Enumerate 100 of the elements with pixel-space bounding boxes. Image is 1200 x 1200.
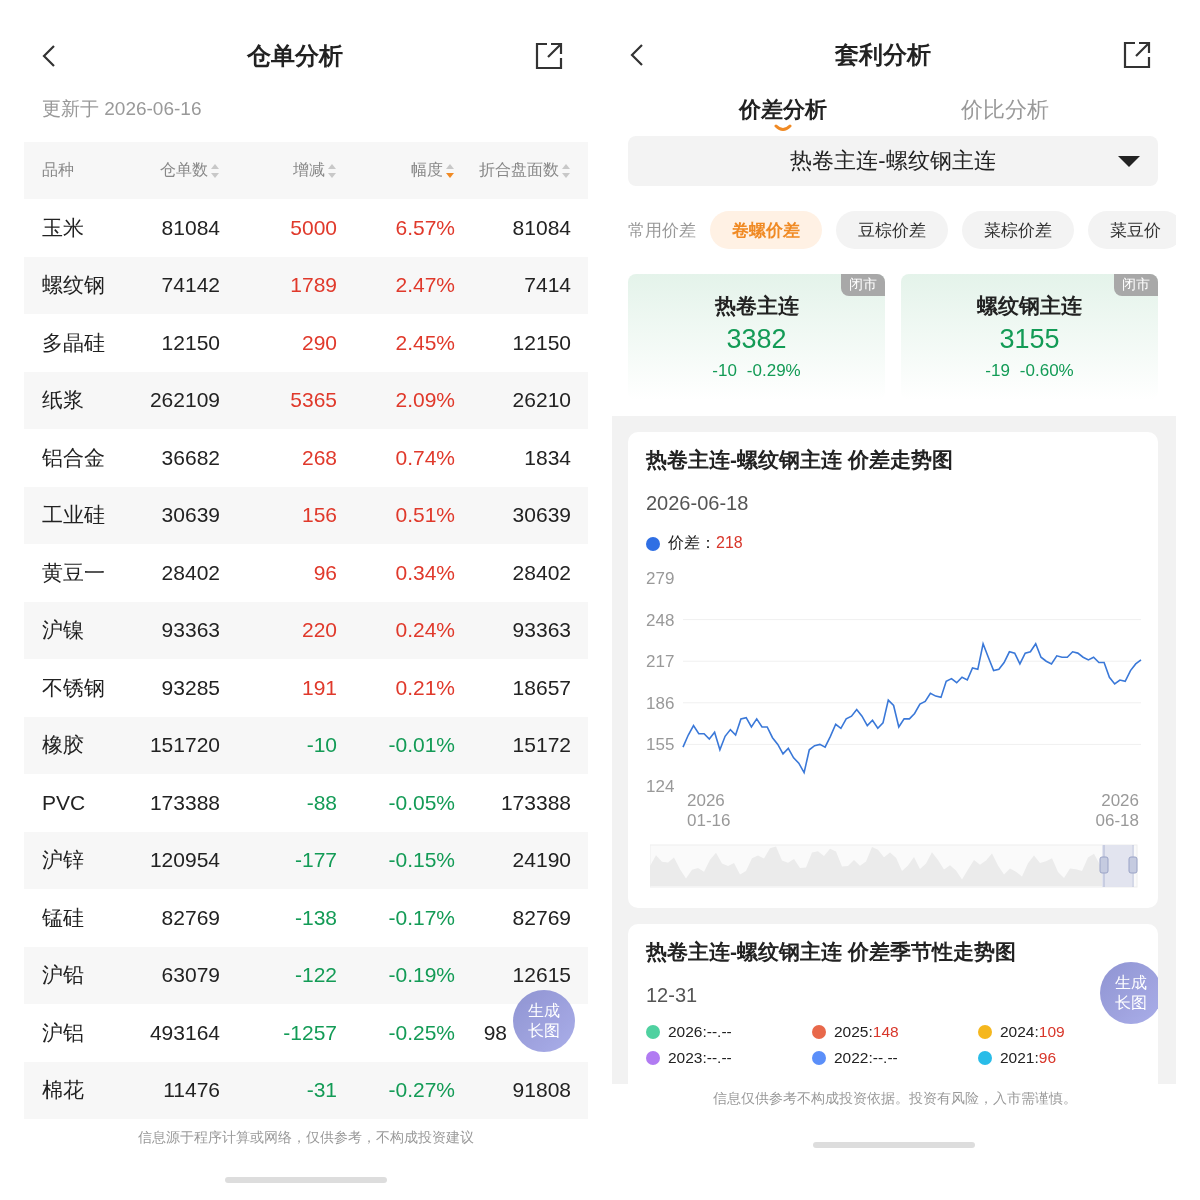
chart-title: 热卷主连-螺纹钢主连 价差季节性走势图 — [646, 939, 1017, 965]
column-header[interactable]: 折合盘面数 — [479, 160, 559, 181]
table-cell-text: 纸浆 — [41, 387, 85, 414]
table-cell-text: 橡胶 — [41, 732, 85, 759]
spread-chip[interactable]: 菜棕价差 — [962, 211, 1074, 249]
chart-date: 12-31 — [646, 984, 698, 1007]
chips-label: 常用价差 — [628, 219, 696, 242]
spread-chip[interactable]: 卷螺价差 — [710, 211, 822, 249]
contract-price: 3155 — [999, 324, 1060, 355]
table-cell-text: 2.45% — [394, 330, 455, 355]
update-date: 更新于 2026-06-16 — [41, 97, 203, 121]
slider-handle[interactable] — [1099, 844, 1109, 888]
table-cell-text: 棉花 — [41, 1077, 85, 1104]
sort-icon[interactable] — [210, 162, 220, 179]
table-cell-text: 玉米 — [41, 214, 85, 241]
table-cell: 93363 — [512, 618, 571, 642]
long-image-button[interactable]: 生成 长图 — [1100, 962, 1158, 1024]
tab[interactable]: 价比分析 — [961, 90, 1049, 130]
table-cell-text: 63079 — [160, 963, 220, 988]
spread-chip[interactable]: 豆棕价差 — [836, 211, 948, 249]
y-tick-label: 248 — [646, 610, 675, 630]
table-cell-text: -0.27% — [387, 1078, 455, 1103]
table-cell: 18657 — [512, 675, 571, 699]
table-cell: 24190 — [512, 848, 571, 872]
table-cell-text: 93285 — [160, 675, 220, 700]
sort-icon[interactable] — [561, 162, 571, 179]
table-cell-text: 120954 — [148, 848, 220, 873]
table-cell-text: 12150 — [160, 330, 220, 355]
table-cell: 82769 — [512, 905, 571, 929]
table-cell-text: 0.21% — [394, 675, 455, 700]
price-change: -10 — [712, 361, 737, 381]
table-cell-text: 5365 — [289, 388, 337, 413]
legend-label: 2022:--.-- — [834, 1049, 898, 1067]
table-cell: 28402 — [512, 560, 571, 584]
table-cell-text: 2.47% — [394, 273, 455, 298]
table-cell-text: 铝合金 — [41, 444, 106, 471]
table-cell-text: 沪铅 — [41, 962, 85, 989]
y-tick-label: 186 — [646, 693, 675, 713]
column-header[interactable]: 幅度 — [411, 160, 443, 181]
table-cell-text: -0.25% — [387, 1020, 455, 1045]
tab-indicator — [774, 124, 792, 132]
table-cell-text: 6.57% — [394, 215, 455, 240]
table-cell-text: 96 — [312, 560, 337, 585]
table-cell: 12150 — [512, 330, 571, 354]
y-tick-label: 124 — [646, 777, 675, 796]
chart-title: 热卷主连-螺纹钢主连 价差走势图 — [646, 447, 954, 473]
table-cell-text: 156 — [300, 503, 337, 528]
table-cell-text: 沪铝 — [41, 1019, 85, 1046]
y-tick-label: 217 — [646, 652, 675, 672]
caret-icon — [1118, 156, 1140, 168]
column-header[interactable]: 增减 — [293, 160, 325, 181]
table-cell-text: 74142 — [160, 273, 220, 298]
back-icon[interactable] — [42, 44, 56, 68]
spread-chip[interactable]: 菜豆价 — [1088, 211, 1176, 249]
table-cell-text: 0.74% — [394, 445, 455, 470]
pair-dropdown[interactable]: 热卷主连-螺纹钢主连 — [628, 136, 1158, 186]
column-header: 品种 — [42, 160, 74, 180]
status-tag: 闭市 — [841, 274, 885, 296]
disclaimer: 信息源于程序计算或网络，仅供参考，不构成投资建议 — [137, 1129, 475, 1147]
table-cell-text: 多晶硅 — [41, 329, 106, 356]
slider-handle[interactable] — [1128, 844, 1138, 888]
table-cell-text: 0.51% — [394, 503, 455, 528]
table-cell-text: 工业硅 — [41, 502, 106, 529]
column-header[interactable]: 仓单数 — [160, 160, 208, 181]
table-cell-text: -10 — [305, 733, 337, 758]
table-cell-text: -138 — [293, 905, 337, 930]
price-change: -19 — [985, 361, 1010, 381]
table-cell-text: -88 — [305, 790, 337, 815]
table-cell-text: 0.34% — [394, 560, 455, 585]
share-icon[interactable] — [534, 41, 564, 71]
table-cell-text: 82769 — [160, 905, 220, 930]
share-icon[interactable] — [1122, 40, 1152, 70]
table-cell: 98 — [483, 1020, 507, 1045]
sort-icon[interactable] — [327, 162, 337, 179]
page-title: 套利分析 — [835, 40, 931, 70]
table-cell-text: -122 — [293, 963, 337, 988]
sort-icon[interactable] — [445, 162, 455, 179]
legend-label: 2021:96 — [1000, 1049, 1057, 1067]
percent-change: -0.29% — [746, 361, 801, 381]
table-cell-text: -0.17% — [387, 905, 455, 930]
table-cell: 12615 — [512, 963, 571, 987]
table-cell-text: 262109 — [148, 388, 220, 413]
table-cell: 15172 — [512, 733, 571, 757]
table-cell-text: -31 — [305, 1078, 337, 1103]
table-cell-text: 5000 — [289, 215, 337, 240]
table-cell: 173388 — [500, 790, 571, 814]
table-cell: 26210 — [512, 388, 571, 412]
table-cell-text: -0.15% — [387, 848, 455, 873]
x-tick-label: 2026 06-18 — [1095, 791, 1139, 830]
contract-name: 螺纹钢主连 — [977, 293, 1082, 319]
table-cell: 91808 — [512, 1078, 571, 1102]
back-icon[interactable] — [630, 43, 644, 67]
tab[interactable]: 价差分析 — [739, 90, 827, 130]
table-cell-text: 30639 — [160, 503, 220, 528]
table-cell-text: 151720 — [148, 733, 220, 758]
table-cell-text: 81084 — [160, 215, 220, 240]
contract-price: 3382 — [726, 324, 787, 355]
table-cell-text: 173388 — [148, 790, 220, 815]
table-cell-text: -0.05% — [387, 790, 455, 815]
legend-label: 2023:--.-- — [668, 1049, 732, 1067]
